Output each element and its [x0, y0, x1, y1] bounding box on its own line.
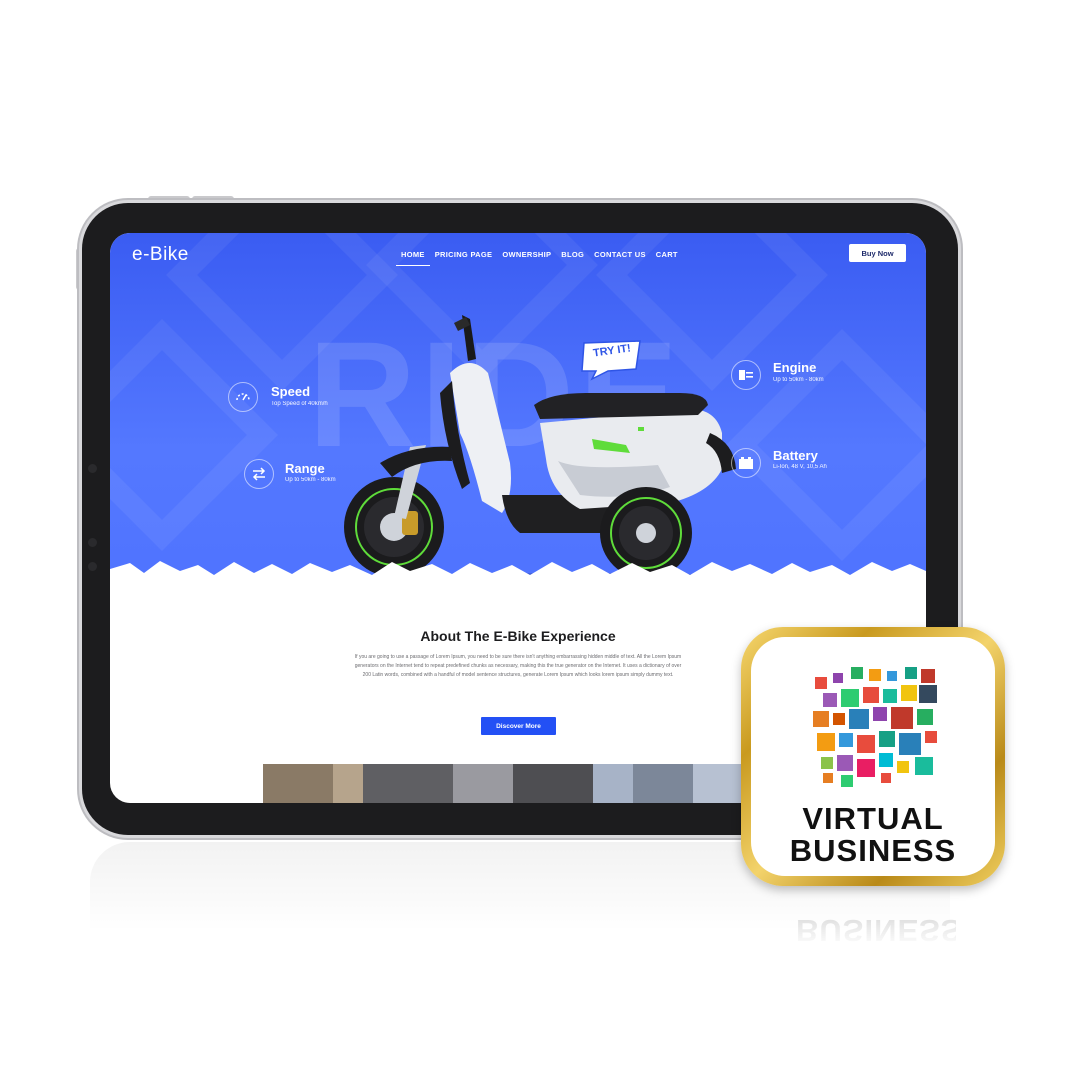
- discover-more-button[interactable]: Discover More: [481, 717, 556, 735]
- badge-line-1: VIRTUAL: [802, 801, 944, 836]
- feature-battery-subtitle: Li-Ion, 48 V, 10,5 Ah: [773, 464, 827, 470]
- hero-section: RIDE e-Bike HOME PRICING PAGE OWNERSHIP …: [110, 233, 926, 593]
- badge-line-2: BUSINESS: [789, 833, 957, 868]
- scooter-image: [344, 315, 760, 585]
- badge-reflection: BUSINESS: [796, 913, 963, 948]
- speedometer-icon: [228, 382, 258, 412]
- feature-speed-title: Speed: [271, 384, 311, 399]
- feature-range-title: Range: [285, 461, 325, 476]
- feature-engine-subtitle: Up to 50km - 80km: [773, 377, 824, 383]
- ipad-sensor-dot: [88, 562, 97, 571]
- ipad-top-button: [148, 196, 190, 202]
- swap-arrows-icon: [244, 459, 274, 489]
- badge-card: VIRTUAL BUSINESS: [751, 637, 995, 876]
- battery-icon: [731, 448, 761, 478]
- feature-battery-title: Battery: [773, 448, 818, 463]
- hero-brush-edge: [110, 561, 926, 593]
- feature-range-subtitle: Up to 50km - 80km: [285, 477, 336, 483]
- feature-engine-title: Engine: [773, 360, 817, 375]
- mosaic-logo-icon: [813, 667, 937, 787]
- ipad-sensor-dot: [88, 538, 97, 547]
- virtual-business-badge: VIRTUAL BUSINESS: [741, 627, 1005, 886]
- about-body: If you are going to use a passage of Lor…: [354, 654, 682, 678]
- ipad-top-button-2: [192, 196, 234, 202]
- gallery-image: [263, 764, 773, 803]
- ipad-sensor-dot: [88, 464, 97, 473]
- feature-speed-subtitle: Top Speed of 40km/h: [271, 401, 328, 407]
- engine-icon: [731, 360, 761, 390]
